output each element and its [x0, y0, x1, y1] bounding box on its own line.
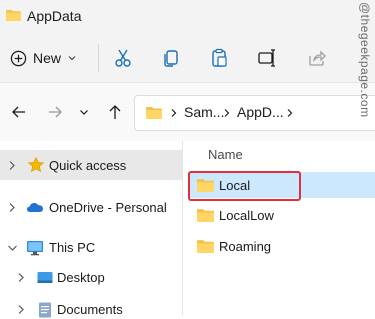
sidebar-item-label: OneDrive - Personal: [49, 200, 167, 215]
forward-arrow-icon[interactable]: [46, 103, 64, 121]
folder-icon: [6, 9, 21, 21]
chevron-right-icon[interactable]: [8, 202, 17, 213]
cloud-icon: [27, 203, 43, 212]
breadcrumb-appdata[interactable]: AppD...: [237, 104, 284, 120]
share-icon[interactable]: [306, 47, 328, 69]
cut-icon[interactable]: [112, 47, 134, 69]
navigation-pane: Quick access OneDrive - Personal This PC: [0, 141, 182, 318]
file-row-roaming[interactable]: Roaming: [197, 236, 271, 256]
toolbar-divider: [98, 44, 99, 72]
chevron-right-icon: [224, 109, 230, 117]
sidebar-item-label: This PC: [49, 240, 96, 255]
documents-icon: [39, 302, 51, 318]
window-title: AppData: [27, 8, 82, 24]
breadcrumb-user[interactable]: Sam...: [184, 104, 224, 120]
annotation-highlight-box: [188, 171, 301, 201]
watermark: @thegeekpage.com: [358, 2, 372, 118]
chevron-right-icon[interactable]: [8, 160, 17, 171]
star-icon: [27, 156, 45, 173]
file-name: Roaming: [219, 238, 272, 254]
copy-icon[interactable]: [160, 47, 182, 69]
new-button-label: New: [33, 50, 62, 66]
command-bar: New: [0, 34, 375, 82]
chevron-right-icon[interactable]: [17, 304, 26, 315]
desktop-icon: [37, 272, 53, 283]
file-row-locallow[interactable]: LocalLow: [197, 205, 274, 225]
folder-icon: [197, 240, 214, 253]
folder-icon: [146, 107, 162, 119]
monitor-icon: [27, 241, 43, 256]
back-arrow-icon[interactable]: [10, 103, 28, 121]
chevron-right-icon: [287, 109, 293, 117]
paste-icon[interactable]: [208, 47, 230, 69]
chevron-down-icon: [68, 56, 76, 61]
chevron-right-icon: [171, 109, 177, 117]
new-button[interactable]: New: [10, 46, 77, 70]
chevron-down-icon[interactable]: [7, 244, 18, 253]
sidebar-item-label: Desktop: [57, 270, 105, 285]
rename-icon[interactable]: [256, 47, 278, 69]
up-arrow-icon[interactable]: [106, 103, 124, 121]
sidebar-item-label: Documents: [57, 302, 123, 317]
sidebar-item-label: Quick access: [49, 158, 127, 173]
file-list: Name Local LocalLow Roaming: [183, 141, 375, 316]
recent-locations-chevron-icon[interactable]: [78, 103, 90, 121]
plus-icon: [10, 50, 27, 66]
address-bar[interactable]: Sam... AppD...: [134, 95, 375, 131]
navigation-row: Sam... AppD...: [0, 82, 375, 142]
column-header-name[interactable]: Name: [208, 147, 243, 162]
folder-icon: [197, 209, 214, 222]
title-bar: AppData: [0, 0, 375, 34]
file-name: LocalLow: [219, 207, 274, 223]
chevron-right-icon[interactable]: [17, 272, 26, 283]
